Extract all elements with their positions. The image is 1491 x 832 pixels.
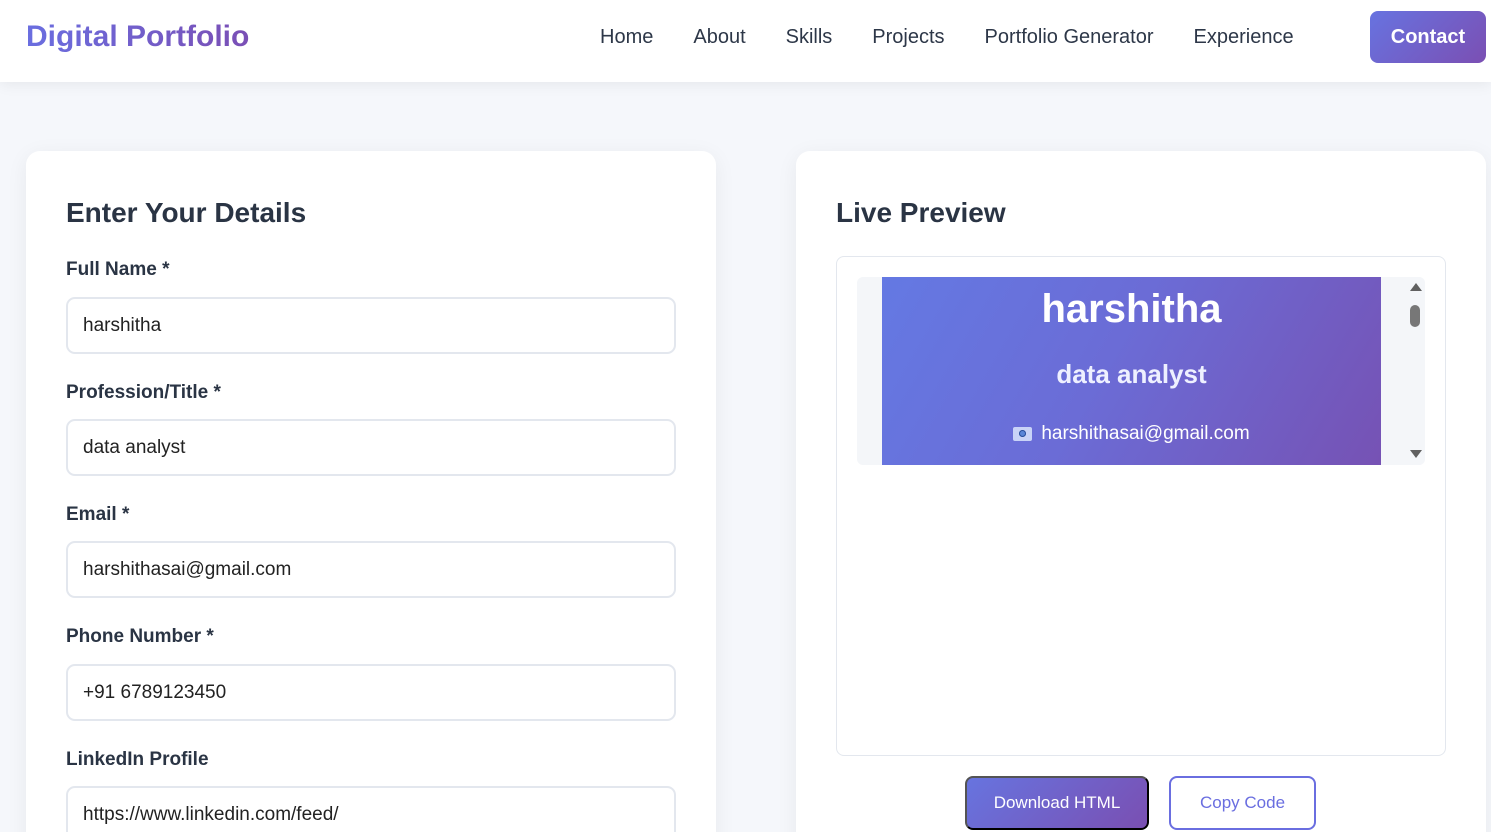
profession-label: Profession/Title *: [66, 382, 221, 403]
preview-email-row: harshithasai@gmail.com: [882, 423, 1381, 445]
preview-viewport: harshitha data analyst harshithasai@gmai…: [857, 277, 1425, 465]
email-input[interactable]: [66, 541, 676, 598]
preview-scrollbar[interactable]: [1405, 277, 1425, 465]
nav-links: Home About Skills Projects Portfolio Gen…: [580, 0, 1314, 75]
nav-link-projects[interactable]: Projects: [872, 26, 944, 49]
preview-hero: harshitha data analyst harshithasai@gmai…: [882, 277, 1381, 465]
email-icon: [1013, 427, 1033, 441]
brand-logo[interactable]: Digital Portfolio: [26, 20, 249, 54]
nav-link-skills[interactable]: Skills: [786, 26, 833, 49]
full-name-label: Full Name *: [66, 259, 170, 280]
nav-link-portfolio-generator[interactable]: Portfolio Generator: [985, 26, 1154, 49]
preview-title: Live Preview: [836, 197, 1006, 228]
nav-link-about[interactable]: About: [693, 26, 745, 49]
navbar: Digital Portfolio Home About Skills Proj…: [0, 0, 1491, 82]
scroll-thumb[interactable]: [1410, 305, 1420, 327]
profession-input[interactable]: [66, 419, 676, 476]
linkedin-input[interactable]: [66, 786, 676, 832]
phone-input[interactable]: [66, 664, 676, 721]
live-preview-card: Live Preview harshitha data analyst hars…: [796, 151, 1486, 832]
details-form-card: Enter Your Details Full Name * Professio…: [26, 151, 716, 832]
scroll-down-arrow-icon[interactable]: [1410, 450, 1422, 458]
full-name-input[interactable]: [66, 297, 676, 354]
preview-profession: data analyst: [1056, 359, 1207, 389]
preview-frame[interactable]: harshitha data analyst harshithasai@gmai…: [836, 256, 1446, 756]
phone-label: Phone Number *: [66, 626, 214, 647]
form-title: Enter Your Details: [66, 197, 307, 228]
preview-name: harshitha: [1041, 287, 1222, 331]
scroll-up-arrow-icon[interactable]: [1410, 283, 1422, 291]
nav-link-home[interactable]: Home: [600, 26, 653, 49]
nav-link-experience[interactable]: Experience: [1194, 26, 1294, 49]
preview-email: harshithasai@gmail.com: [1041, 423, 1250, 444]
copy-code-button[interactable]: Copy Code: [1169, 776, 1316, 830]
linkedin-label: LinkedIn Profile: [66, 749, 209, 770]
download-html-button[interactable]: Download HTML: [965, 776, 1149, 830]
contact-button[interactable]: Contact: [1370, 11, 1486, 63]
email-label: Email *: [66, 504, 130, 525]
